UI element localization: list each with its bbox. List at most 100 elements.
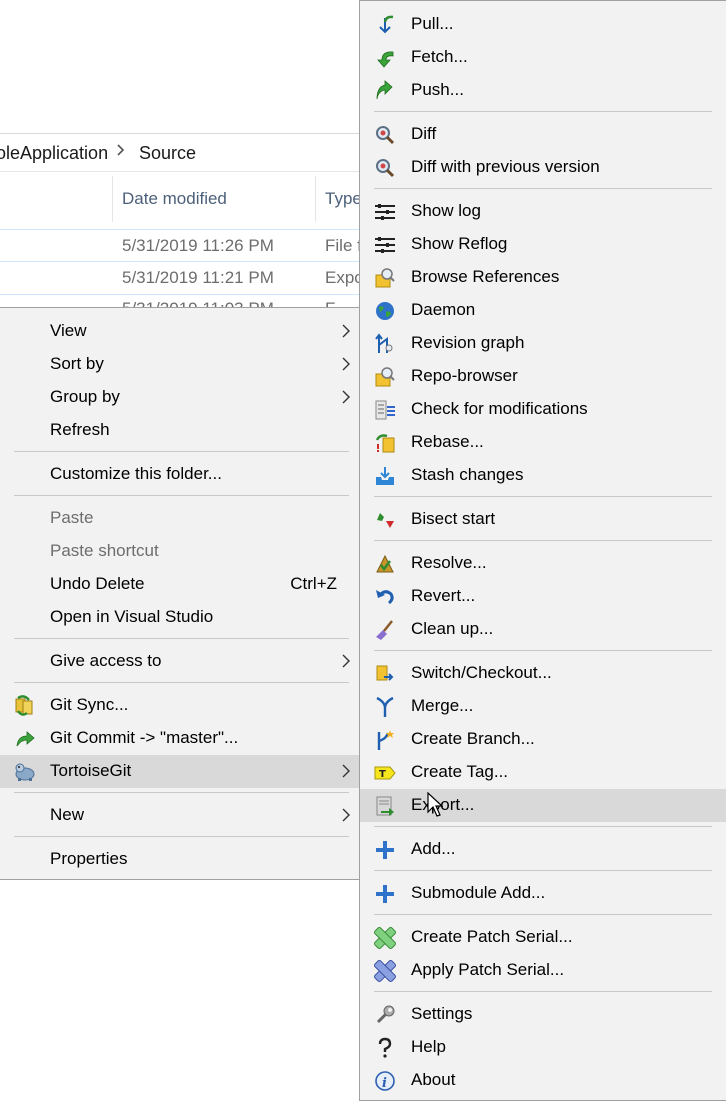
menu-item-label: Diff with previous version <box>411 157 600 176</box>
menu-item-add[interactable]: Add... <box>360 833 726 866</box>
menu-item-about[interactable]: i About <box>360 1064 726 1097</box>
menu-item-label: Group by <box>50 387 120 406</box>
menu-item-label: New <box>50 805 85 824</box>
menu-item-settings[interactable]: Settings <box>360 998 726 1031</box>
menu-item-sort-by[interactable]: Sort by <box>0 348 359 381</box>
menu-item-tortoisegit[interactable]: TortoiseGit <box>0 755 359 788</box>
menu-item-revision-graph[interactable]: Revision graph <box>360 327 726 360</box>
repo-browser-icon <box>375 367 395 387</box>
file-type: File f <box>325 236 362 255</box>
show-reflog-icon <box>375 237 395 253</box>
menu-item-diff-previous[interactable]: Diff with previous version <box>360 151 726 184</box>
show-log-icon <box>375 204 395 220</box>
menu-item-git-sync[interactable]: Git Sync... <box>0 689 359 722</box>
menu-item-label: Sort by <box>50 354 104 373</box>
column-divider[interactable] <box>112 176 113 222</box>
menu-item-undo-delete[interactable]: Undo Delete Ctrl+Z <box>0 568 359 601</box>
menu-separator <box>374 650 712 651</box>
menu-item-label: Help <box>411 1037 446 1056</box>
menu-item-merge[interactable]: Merge... <box>360 690 726 723</box>
menu-separator <box>374 188 712 189</box>
menu-item-diff[interactable]: Diff <box>360 118 726 151</box>
column-header-date-modified[interactable]: Date modified <box>122 189 227 209</box>
menu-item-check-modifications[interactable]: Check for modifications <box>360 393 726 426</box>
breadcrumb-item-parent[interactable]: oleApplication <box>0 143 108 164</box>
menu-item-label: Create Patch Serial... <box>411 927 573 946</box>
menu-item-properties[interactable]: Properties <box>0 843 359 876</box>
chevron-right-icon <box>342 808 350 822</box>
menu-item-revert[interactable]: Revert... <box>360 580 726 613</box>
menu-item-create-patch-serial[interactable]: Create Patch Serial... <box>360 921 726 954</box>
browse-references-icon <box>375 268 395 288</box>
menu-item-view[interactable]: View <box>0 315 359 348</box>
menu-item-pull[interactable]: Pull... <box>360 8 726 41</box>
menu-separator <box>374 540 712 541</box>
menu-item-label: Give access to <box>50 651 162 670</box>
menu-item-git-commit[interactable]: Git Commit -> "master"... <box>0 722 359 755</box>
menu-item-group-by[interactable]: Group by <box>0 381 359 414</box>
menu-item-daemon[interactable]: Daemon <box>360 294 726 327</box>
menu-item-new[interactable]: New <box>0 799 359 832</box>
menu-item-apply-patch-serial[interactable]: Apply Patch Serial... <box>360 954 726 987</box>
file-row[interactable]: 5/31/2019 11:26 PM File f <box>0 229 362 263</box>
svg-text:i: i <box>382 1076 387 1091</box>
add-icon <box>376 841 394 859</box>
switch-checkout-icon <box>376 665 394 681</box>
help-icon <box>378 1037 392 1058</box>
menu-item-label: Push... <box>411 80 464 99</box>
chevron-right-icon <box>342 390 350 404</box>
menu-item-label: Refresh <box>50 420 110 439</box>
column-divider[interactable] <box>315 176 316 222</box>
menu-item-export[interactable]: Export... <box>360 789 726 822</box>
menu-item-label: Repo-browser <box>411 366 518 385</box>
menu-item-paste: Paste <box>0 502 359 535</box>
column-headers: Date modified Type <box>0 176 362 222</box>
menu-item-label: TortoiseGit <box>50 761 132 780</box>
shortcut-label: Ctrl+Z <box>290 574 337 593</box>
file-row[interactable]: 5/31/2019 11:21 PM Expo <box>0 261 364 295</box>
git-commit-icon <box>16 731 35 747</box>
pull-icon <box>379 15 394 34</box>
menu-item-stash-changes[interactable]: Stash changes <box>360 459 726 492</box>
svg-text:T: T <box>379 769 386 780</box>
menu-item-refresh[interactable]: Refresh <box>0 414 359 447</box>
menu-item-bisect-start[interactable]: Bisect start <box>360 503 726 536</box>
menu-item-show-log[interactable]: Show log <box>360 195 726 228</box>
menu-item-label: Merge... <box>411 696 474 715</box>
menu-item-open-in-visual-studio[interactable]: Open in Visual Studio <box>0 601 359 634</box>
bisect-icon <box>377 513 394 528</box>
menu-item-paste-shortcut: Paste shortcut <box>0 535 359 568</box>
menu-item-repo-browser[interactable]: Repo-browser <box>360 360 726 393</box>
menu-item-rebase[interactable]: Rebase... <box>360 426 726 459</box>
menu-separator <box>374 826 712 827</box>
chevron-right-icon <box>342 357 350 371</box>
menu-item-help[interactable]: Help <box>360 1031 726 1064</box>
column-header-type[interactable]: Type <box>325 189 362 209</box>
menu-separator <box>14 792 349 793</box>
menu-separator <box>14 836 349 837</box>
breadcrumb-item-current[interactable]: Source <box>139 143 196 164</box>
menu-item-switch-checkout[interactable]: Switch/Checkout... <box>360 657 726 690</box>
menu-item-label: Revision graph <box>411 333 525 352</box>
menu-item-label: Customize this folder... <box>50 464 222 483</box>
menu-item-customize-folder[interactable]: Customize this folder... <box>0 458 359 491</box>
menu-item-create-tag[interactable]: T Create Tag... <box>360 756 726 789</box>
menu-item-give-access-to[interactable]: Give access to <box>0 645 359 678</box>
menu-item-show-reflog[interactable]: Show Reflog <box>360 228 726 261</box>
menu-item-create-branch[interactable]: Create Branch... <box>360 723 726 756</box>
menu-item-fetch[interactable]: Fetch... <box>360 41 726 74</box>
chevron-right-icon[interactable] <box>115 143 125 162</box>
export-icon <box>376 796 394 816</box>
menu-item-submodule-add[interactable]: Submodule Add... <box>360 877 726 910</box>
menu-item-push[interactable]: Push... <box>360 74 726 107</box>
menu-item-clean-up[interactable]: Clean up... <box>360 613 726 646</box>
submodule-add-icon <box>376 885 394 903</box>
menu-separator <box>14 682 349 683</box>
menu-item-resolve[interactable]: Resolve... <box>360 547 726 580</box>
resolve-icon <box>376 554 394 573</box>
rebase-icon <box>375 434 395 453</box>
settings-wrench-icon <box>376 1005 395 1024</box>
menu-item-browse-references[interactable]: Browse References <box>360 261 726 294</box>
file-date: 5/31/2019 11:26 PM <box>122 236 274 255</box>
menu-separator <box>374 870 712 871</box>
